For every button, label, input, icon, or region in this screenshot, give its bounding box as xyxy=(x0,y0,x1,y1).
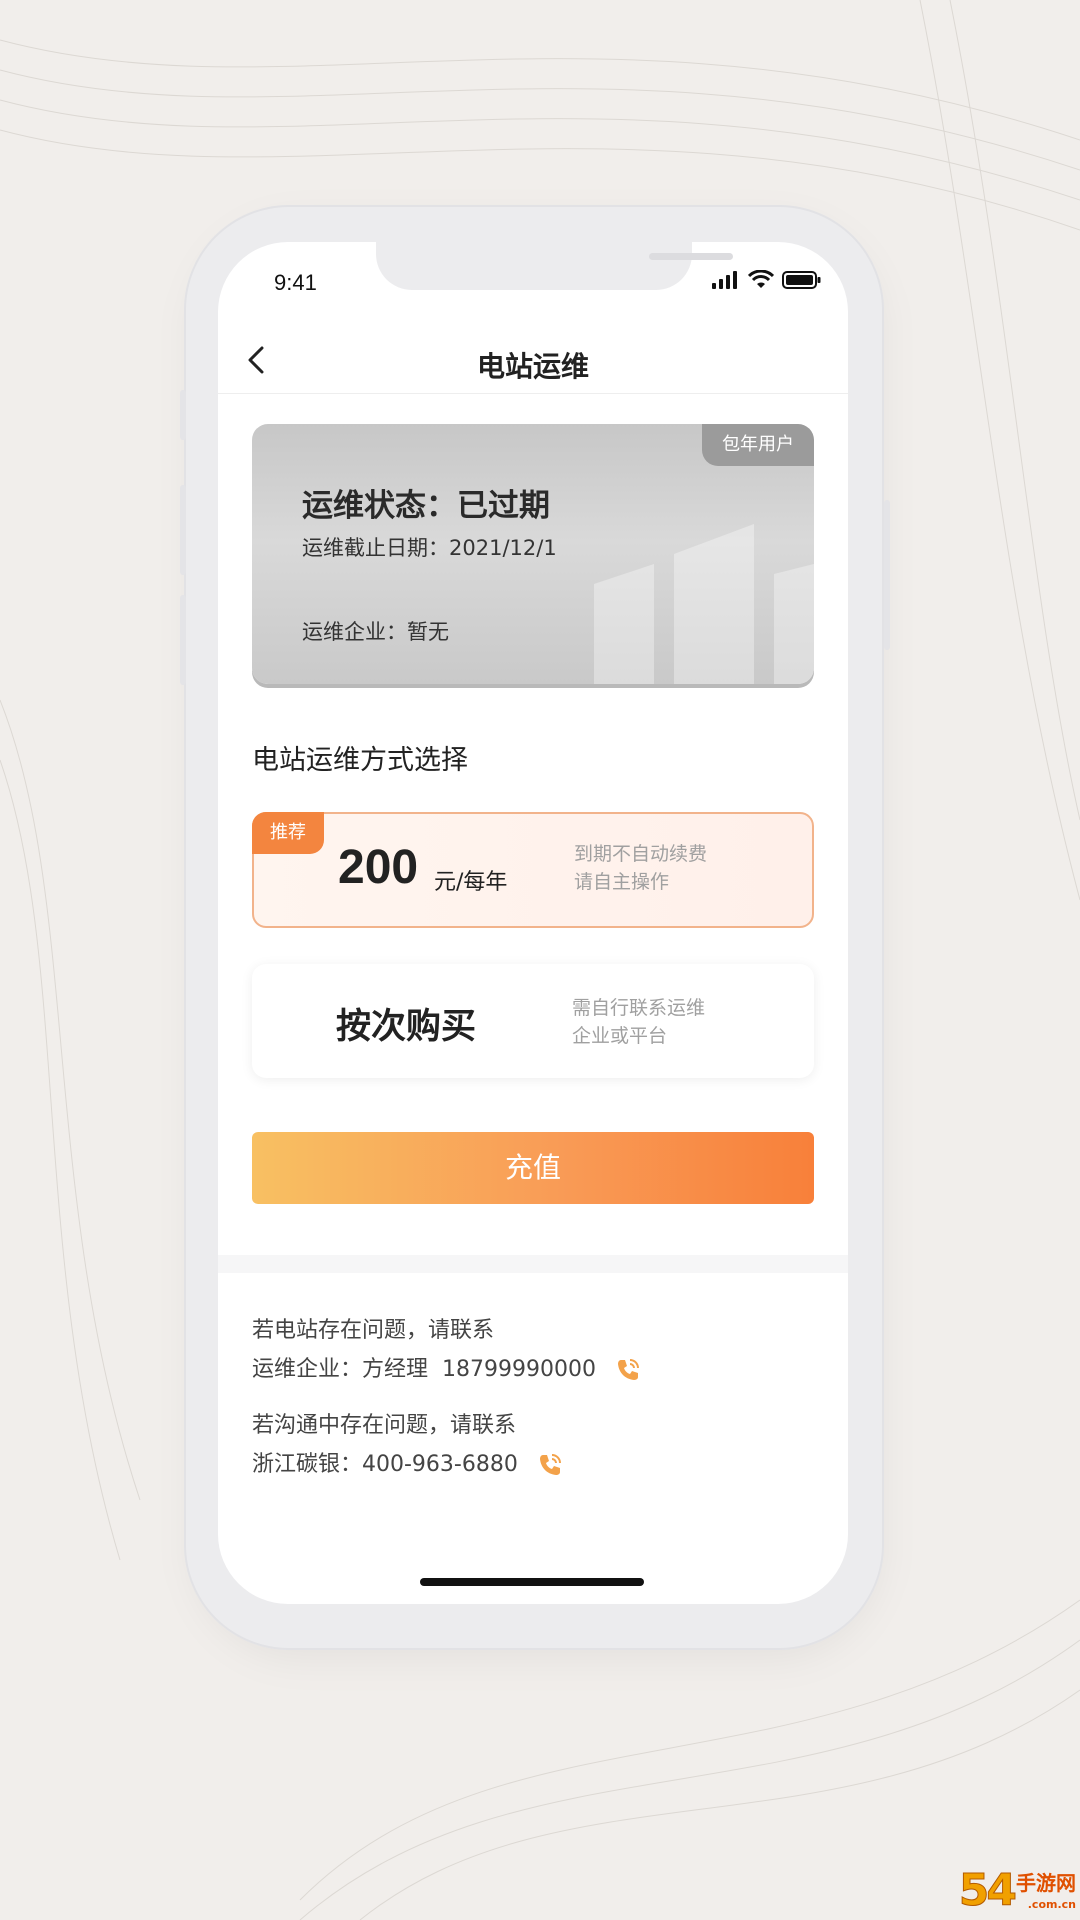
battery-icon xyxy=(782,271,821,289)
volume-up-button xyxy=(180,485,186,575)
page-title: 电站运维 xyxy=(476,350,589,383)
call-icon[interactable] xyxy=(615,1357,641,1383)
card-decoration xyxy=(594,524,814,684)
home-indicator xyxy=(420,1578,644,1586)
section-title: 电站运维方式选择 xyxy=(252,745,468,776)
status-time: 9:41 xyxy=(274,270,317,295)
plan-price: 200 xyxy=(338,841,419,894)
app-screen: 9:41 电站运维 包年用户 运维状态：已过期 运维截止日期：2021/12/1… xyxy=(218,242,848,1604)
notch xyxy=(376,242,733,290)
recommend-badge: 推荐 xyxy=(252,812,324,854)
annual-user-badge: 包年用户 xyxy=(702,424,814,466)
contact-line-4: 浙江碳银：400-963-6880 xyxy=(252,1446,563,1478)
power-button xyxy=(884,500,890,650)
mute-switch xyxy=(180,390,186,440)
nav-bar: 电站运维 xyxy=(218,327,848,394)
platform-contact-text: 浙江碳银：400-963-6880 xyxy=(252,1452,518,1477)
signal-icon xyxy=(712,271,737,289)
company-contact-text: 运维企业：方经理 18799990000 xyxy=(252,1357,596,1382)
contact-line-2: 运维企业：方经理 18799990000 xyxy=(252,1351,641,1383)
watermark-domain: .com.cn xyxy=(1027,1898,1076,1911)
site-watermark-logo: 54 手游网 .com.cn xyxy=(958,1865,1076,1917)
contact-line-3: 若沟通中存在问题，请联系 xyxy=(252,1413,517,1438)
wifi-icon xyxy=(748,270,774,288)
plan-note-line2: 请自主操作 xyxy=(574,871,670,893)
per-use-note: 需自行联系运维 企业或平台 xyxy=(572,994,705,1050)
plan-price-unit: 元/每年 xyxy=(434,870,508,895)
contact-line-1: 若电站存在问题，请联系 xyxy=(252,1318,495,1343)
plan-note: 到期不自动续费 请自主操作 xyxy=(574,840,707,896)
plan-note-line1: 到期不自动续费 xyxy=(574,843,708,865)
speaker xyxy=(649,253,733,260)
watermark-text: 手游网 .com.cn xyxy=(1016,1872,1076,1916)
annual-plan-option[interactable]: 推荐 200 元/每年 到期不自动续费 请自主操作 xyxy=(252,812,814,928)
section-divider xyxy=(218,1255,848,1273)
watermark-number: 54 xyxy=(958,1865,1017,1917)
maintenance-company: 运维企业：暂无 xyxy=(302,620,449,644)
recharge-button[interactable]: 充值 xyxy=(252,1132,814,1204)
volume-down-button xyxy=(180,595,186,685)
maintenance-status: 运维状态：已过期 xyxy=(302,488,550,524)
per-use-note-line1: 需自行联系运维 xyxy=(572,997,706,1019)
status-icons xyxy=(712,270,822,290)
per-use-note-line2: 企业或平台 xyxy=(572,1025,668,1047)
maintenance-deadline: 运维截止日期：2021/12/1 xyxy=(302,536,557,560)
per-use-purchase-option[interactable]: 按次购买 需自行联系运维 企业或平台 xyxy=(252,964,814,1078)
maintenance-status-card: 包年用户 运维状态：已过期 运维截止日期：2021/12/1 运维企业：暂无 xyxy=(252,424,814,684)
per-use-title: 按次购买 xyxy=(336,1007,477,1047)
call-icon[interactable] xyxy=(537,1452,563,1478)
watermark-title: 手游网 xyxy=(1016,1871,1076,1895)
